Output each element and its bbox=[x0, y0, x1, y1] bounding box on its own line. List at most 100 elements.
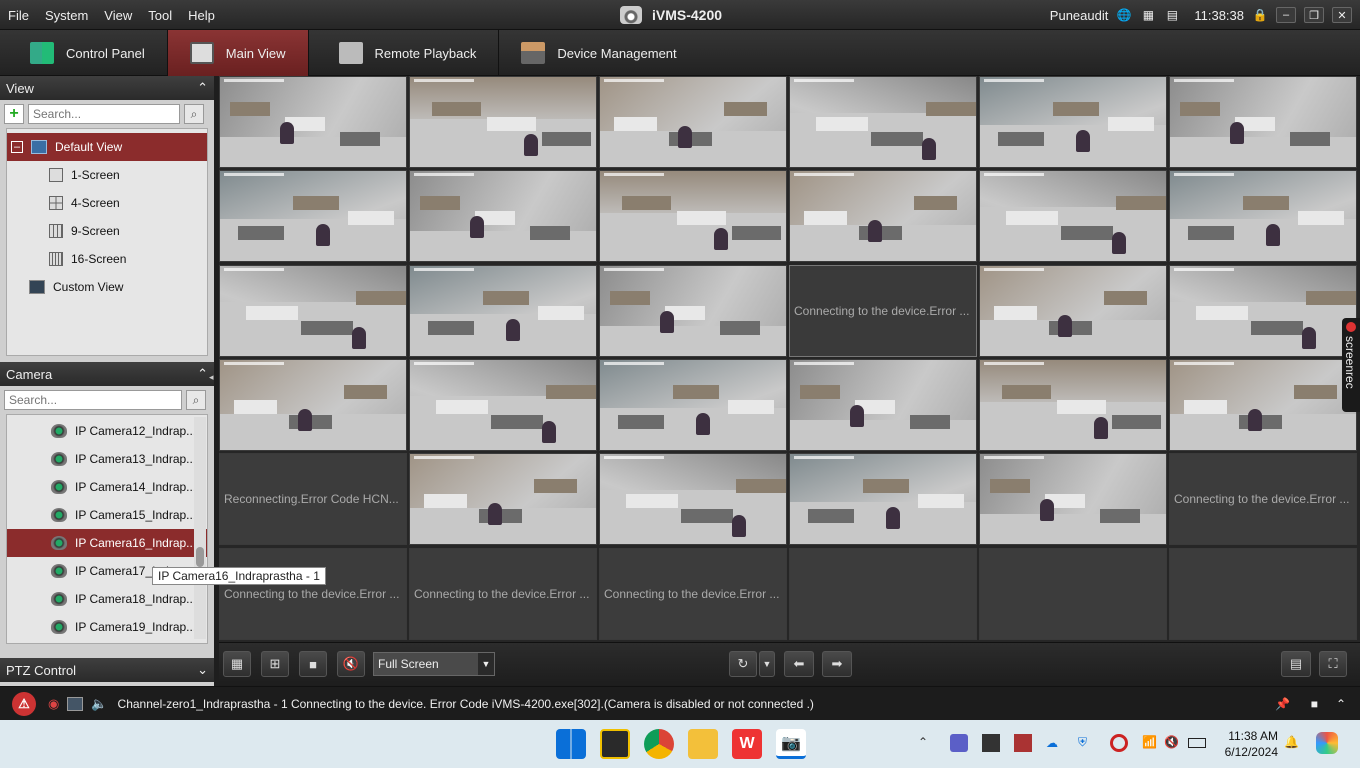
video-window-feed[interactable] bbox=[219, 359, 407, 451]
camera-panel-header[interactable]: Camera ⌃ bbox=[0, 362, 214, 386]
search-icon[interactable]: ⌕ bbox=[186, 390, 206, 410]
speaker-muted-icon[interactable]: 🔈 bbox=[91, 696, 107, 712]
video-window-feed[interactable] bbox=[409, 265, 597, 357]
tree-item-default-view[interactable]: – Default View bbox=[7, 133, 207, 161]
tab-device-management[interactable]: Device Management bbox=[499, 30, 698, 76]
notification-bell-icon[interactable]: 🔔 bbox=[1284, 735, 1299, 749]
tray-app2-icon[interactable] bbox=[1014, 734, 1032, 752]
video-window-feed[interactable] bbox=[599, 359, 787, 451]
volume-muted-icon[interactable]: 🔇 bbox=[1164, 735, 1179, 749]
globe-icon[interactable]: 🌐 bbox=[1116, 7, 1132, 23]
tree-item-custom-view[interactable]: Custom View bbox=[7, 273, 207, 301]
menu-file[interactable]: File bbox=[0, 8, 37, 23]
minimize-button[interactable]: – bbox=[1276, 7, 1296, 23]
window-division-icon[interactable]: ⊞ bbox=[261, 651, 289, 677]
camera-list-item[interactable]: IP Camera14_Indrap... bbox=[7, 473, 207, 501]
video-window-empty[interactable] bbox=[1169, 548, 1357, 640]
sticky-notes-icon[interactable] bbox=[600, 729, 630, 759]
chevron-up-icon[interactable]: ⌃ bbox=[197, 80, 208, 96]
tray-app-icon[interactable] bbox=[982, 734, 1000, 752]
alarm-icon[interactable]: ⚠ bbox=[12, 691, 36, 716]
video-window-feed[interactable] bbox=[979, 170, 1167, 262]
video-window-error[interactable]: Connecting to the device.Error ... bbox=[599, 548, 787, 640]
next-page-icon[interactable]: ➡ bbox=[822, 651, 852, 677]
security-shield-icon[interactable]: ⛨ bbox=[1078, 735, 1087, 750]
close-button[interactable]: ✕ bbox=[1332, 7, 1352, 23]
windows-start-icon[interactable] bbox=[556, 729, 586, 759]
video-window-feed[interactable] bbox=[979, 359, 1167, 451]
ptz-panel-header[interactable]: PTZ Control ⌄ bbox=[0, 658, 214, 682]
ivms-taskbar-icon[interactable]: 📷 bbox=[776, 729, 806, 759]
dropdown-arrow-icon[interactable]: ▼ bbox=[478, 653, 494, 675]
tab-main-view[interactable]: Main View bbox=[167, 30, 309, 76]
scrollbar-thumb[interactable] bbox=[196, 547, 204, 567]
fullscreen-icon[interactable]: ⛶ bbox=[1319, 651, 1347, 677]
video-window-error[interactable]: Connecting to the device.Error ... bbox=[1169, 453, 1357, 545]
lock-icon[interactable]: 🔒 bbox=[1252, 7, 1268, 23]
cpu-icon[interactable]: ▦ bbox=[1140, 7, 1156, 23]
view-panel-header[interactable]: View ⌃ bbox=[0, 76, 214, 100]
auto-switch-icon[interactable]: ↻ bbox=[729, 651, 757, 677]
camera-search-input[interactable] bbox=[4, 390, 182, 410]
video-window-feed[interactable] bbox=[1169, 170, 1357, 262]
pin-icon[interactable]: 📌 bbox=[1275, 697, 1290, 711]
view-search-input[interactable] bbox=[28, 104, 180, 124]
video-window-feed[interactable] bbox=[409, 170, 597, 262]
tab-remote-playback[interactable]: Remote Playback bbox=[309, 30, 500, 76]
video-window-feed[interactable] bbox=[219, 170, 407, 262]
search-icon[interactable]: ⌕ bbox=[184, 104, 204, 124]
tab-control-panel[interactable]: Control Panel bbox=[0, 30, 168, 76]
video-window-error[interactable]: Connecting to the device.Error ... bbox=[789, 265, 977, 357]
video-window-feed[interactable] bbox=[409, 76, 597, 168]
previous-page-icon[interactable]: ⬅ bbox=[784, 651, 814, 677]
camera-list-item[interactable]: IP Camera12_Indrap... bbox=[7, 417, 207, 445]
wifi-icon[interactable]: 📶 bbox=[1142, 735, 1157, 749]
copilot-icon[interactable] bbox=[1316, 732, 1338, 754]
mute-icon[interactable]: 🔇 bbox=[337, 651, 365, 677]
video-window-feed[interactable] bbox=[979, 76, 1167, 168]
camera-list-item[interactable]: IP Camera19_Indrap... bbox=[7, 613, 207, 641]
collapse-left-handle[interactable]: ◂ bbox=[209, 372, 215, 384]
video-window-feed[interactable] bbox=[409, 359, 597, 451]
chrome-icon[interactable] bbox=[644, 729, 674, 759]
event-icon[interactable] bbox=[67, 696, 84, 711]
view-layout-icon[interactable]: ▤ bbox=[1281, 651, 1311, 677]
expand-up-icon[interactable]: ⌃ bbox=[1336, 697, 1346, 711]
ram-icon[interactable]: ▤ bbox=[1164, 7, 1180, 23]
screen-mode-select[interactable]: Full Screen ▼ bbox=[373, 652, 495, 676]
video-window-feed[interactable] bbox=[1169, 76, 1357, 168]
camera-list-item[interactable]: IP Camera15_Indrap... bbox=[7, 501, 207, 529]
menu-help[interactable]: Help bbox=[180, 8, 223, 23]
restore-button[interactable]: ❐ bbox=[1304, 7, 1324, 23]
menu-view[interactable]: View bbox=[96, 8, 140, 23]
video-window-error[interactable]: Connecting to the device.Error ... bbox=[409, 548, 597, 640]
video-window-feed[interactable] bbox=[219, 76, 407, 168]
video-window-feed[interactable] bbox=[1169, 265, 1357, 357]
video-window-error[interactable]: Connecting to the device.Error ... bbox=[219, 548, 407, 640]
collapse-icon[interactable]: – bbox=[11, 141, 23, 153]
video-window-empty[interactable] bbox=[789, 548, 977, 640]
video-window-feed[interactable] bbox=[789, 170, 977, 262]
video-window-feed[interactable] bbox=[979, 265, 1167, 357]
tree-item-16-screen[interactable]: 16-Screen bbox=[7, 245, 207, 273]
chevron-up-icon[interactable]: ⌃ bbox=[197, 366, 208, 382]
stop-all-icon[interactable]: ■ bbox=[299, 651, 327, 677]
scrollbar[interactable] bbox=[194, 417, 206, 639]
tray-overflow-icon[interactable]: ⌃ bbox=[918, 735, 928, 749]
add-icon[interactable]: + bbox=[4, 104, 24, 124]
menu-tool[interactable]: Tool bbox=[140, 8, 180, 23]
tree-item-1-screen[interactable]: 1-Screen bbox=[7, 161, 207, 189]
video-window-feed[interactable] bbox=[599, 265, 787, 357]
layout-icon[interactable]: ▦ bbox=[223, 651, 251, 677]
alarm-sound-icon[interactable]: ◉ bbox=[48, 696, 59, 712]
video-window-feed[interactable] bbox=[219, 265, 407, 357]
auto-switch-dropdown-icon[interactable]: ▼ bbox=[759, 651, 775, 677]
tree-item-4-screen[interactable]: 4-Screen bbox=[7, 189, 207, 217]
teams-icon[interactable] bbox=[950, 734, 968, 752]
video-window-feed[interactable] bbox=[789, 359, 977, 451]
camera-list-item[interactable]: IP Camera18_Indrap... bbox=[7, 585, 207, 613]
menu-system[interactable]: System bbox=[37, 8, 96, 23]
video-window-feed[interactable] bbox=[789, 76, 977, 168]
video-window-feed[interactable] bbox=[599, 76, 787, 168]
video-window-empty[interactable] bbox=[979, 548, 1167, 640]
